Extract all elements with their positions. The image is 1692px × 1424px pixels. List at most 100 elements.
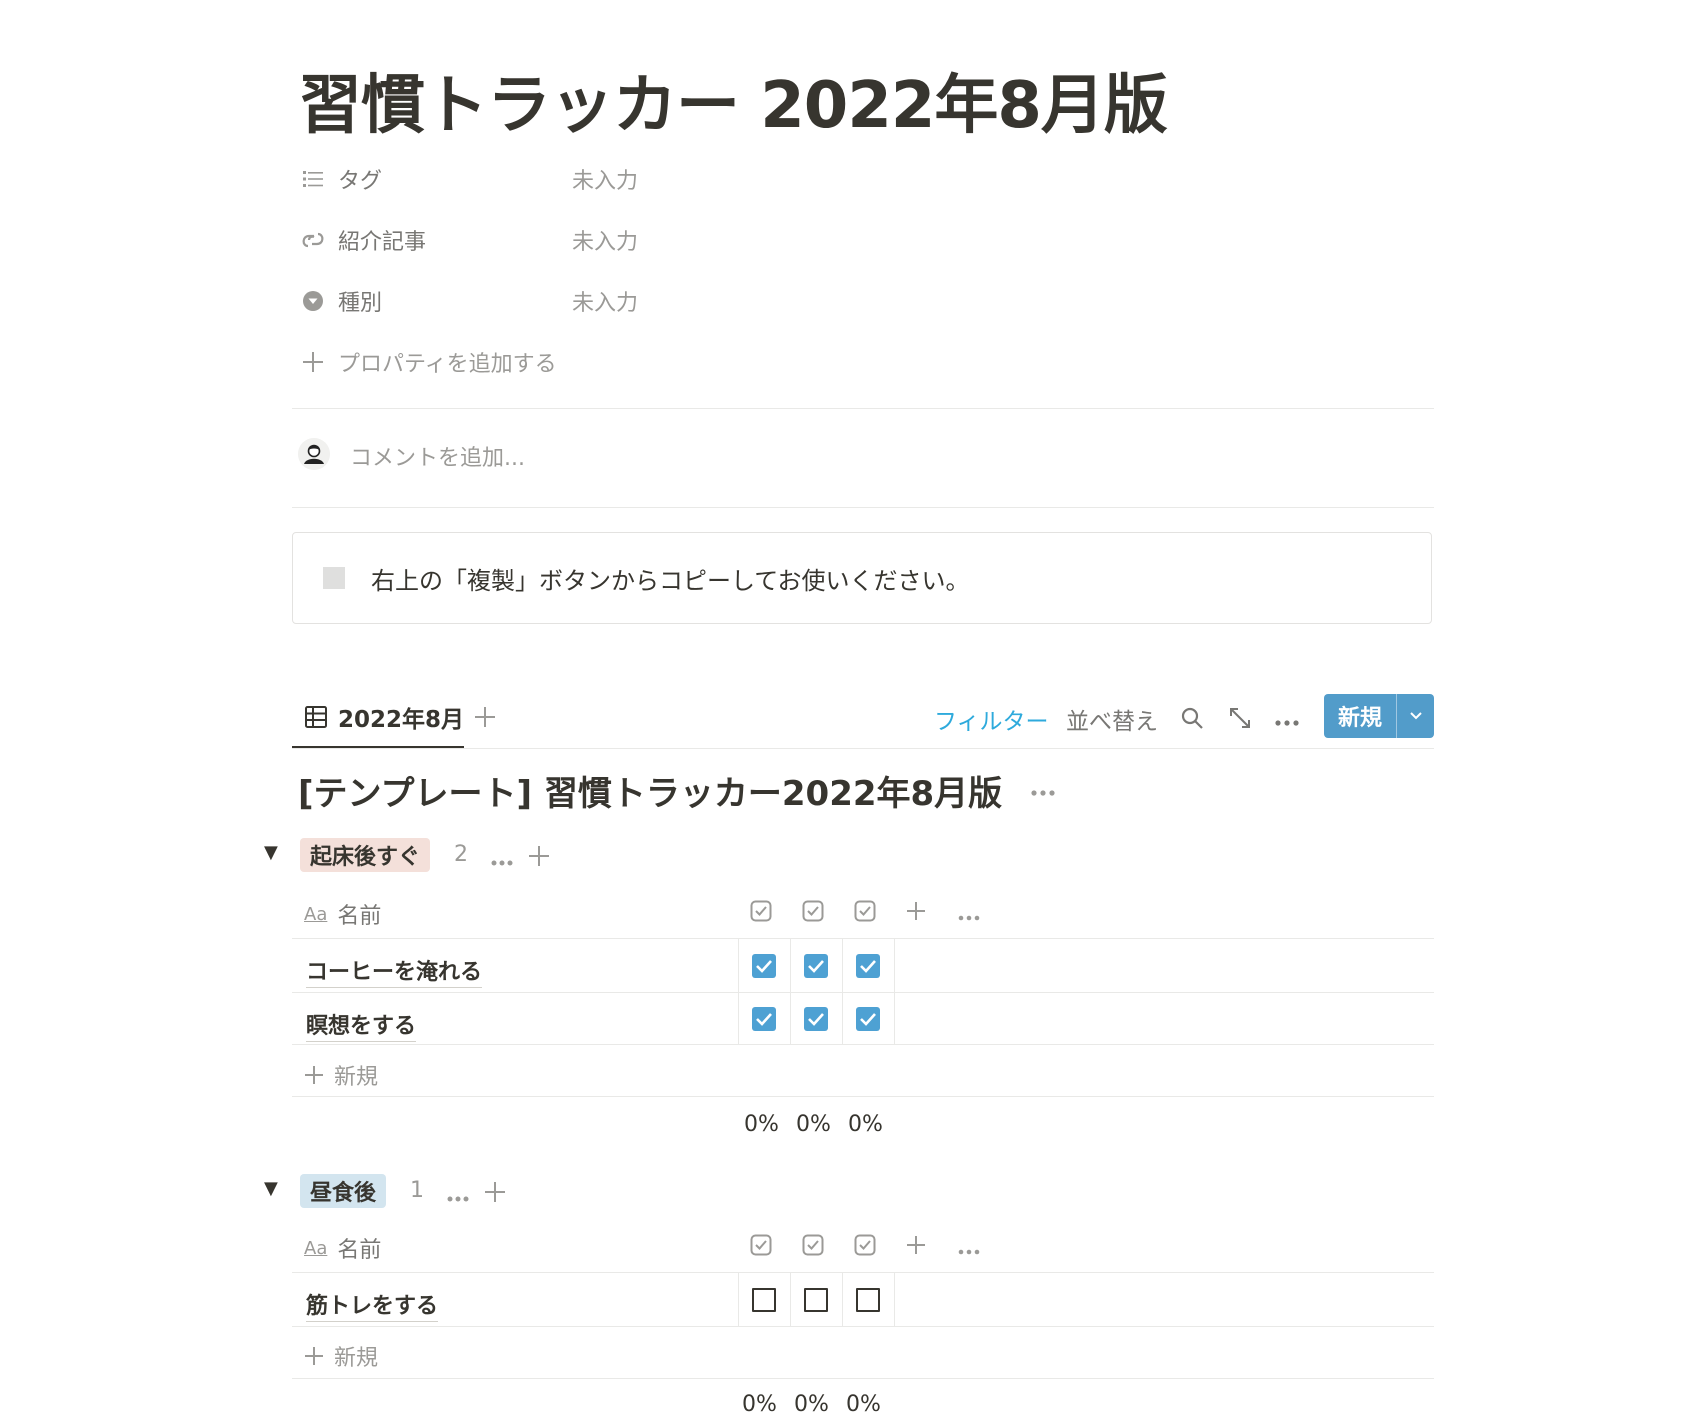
calculation-value[interactable]: 0%: [846, 1392, 881, 1417]
checkbox-checked[interactable]: [752, 1007, 776, 1031]
new-button-label[interactable]: 新規: [1324, 694, 1396, 738]
property-tags[interactable]: タグ 未入力: [298, 159, 1198, 199]
callout[interactable]: 右上の「複製」ボタンからコピーしてお使いください。: [292, 532, 1432, 624]
add-column-icon[interactable]: [906, 1235, 926, 1259]
new-button[interactable]: 新規: [1324, 694, 1434, 738]
tab-label: 2022年8月: [338, 707, 465, 733]
group-name: 昼食後: [310, 1181, 377, 1206]
row-border: [292, 1044, 1434, 1045]
calculation-value[interactable]: 0%: [742, 1392, 777, 1417]
property-label: 紹介記事: [338, 230, 427, 255]
property-value[interactable]: 未入力: [572, 224, 638, 256]
property-type[interactable]: 種別 未入力: [298, 281, 1198, 321]
database-title[interactable]: [テンプレート] 習慣トラッカー2022年8月版: [298, 766, 1002, 815]
plus-icon[interactable]: [484, 1181, 506, 1207]
row-title[interactable]: コーヒーを淹れる: [306, 954, 483, 988]
row-title[interactable]: 瞑想をする: [306, 1008, 417, 1042]
chevron-down-icon[interactable]: [1397, 694, 1434, 738]
divider: [292, 507, 1434, 508]
new-row-button[interactable]: 新規: [304, 1340, 378, 1372]
checkbox-unchecked[interactable]: [856, 1288, 880, 1312]
row-title[interactable]: 筋トレをする: [306, 1288, 439, 1322]
add-column-icon[interactable]: [906, 901, 926, 925]
more-icon[interactable]: [446, 1188, 470, 1207]
calculation-value[interactable]: 0%: [848, 1112, 883, 1137]
checkbox-type-icon[interactable]: [854, 900, 876, 926]
row-border: [292, 1096, 1434, 1097]
column-border: [894, 938, 895, 1044]
more-icon[interactable]: [1274, 712, 1300, 731]
expand-icon[interactable]: [1228, 706, 1252, 734]
search-icon[interactable]: [1180, 706, 1204, 734]
plus-icon: [475, 707, 495, 727]
list-icon: [298, 164, 328, 194]
checkbox-unchecked[interactable]: [752, 1288, 776, 1312]
property-label: タグ: [338, 169, 383, 194]
column-border: [894, 1272, 895, 1326]
row-border: [292, 1378, 1434, 1379]
group-label[interactable]: 昼食後: [300, 1174, 387, 1208]
property-value[interactable]: 未入力: [572, 163, 638, 195]
checkbox-type-icon[interactable]: [750, 900, 772, 926]
checkbox-type-icon[interactable]: [802, 900, 824, 926]
property-article[interactable]: 紹介記事 未入力: [298, 220, 1198, 260]
calculation-value[interactable]: 0%: [794, 1392, 829, 1417]
property-value[interactable]: 未入力: [572, 285, 638, 317]
row-border: [292, 938, 1434, 939]
tab-2022-08[interactable]: 2022年8月: [304, 700, 464, 734]
text-type-icon: Aa: [304, 903, 328, 925]
new-row-button[interactable]: 新規: [304, 1059, 378, 1091]
checkbox-checked[interactable]: [752, 954, 776, 978]
plus-icon: [305, 1347, 323, 1365]
calculation-value[interactable]: 0%: [744, 1112, 779, 1137]
page-title[interactable]: 習慣トラッカー 2022年8月版: [298, 54, 1168, 146]
group-label[interactable]: 起床後すぐ: [300, 838, 431, 872]
relation-icon: [298, 225, 328, 255]
plus-icon[interactable]: [528, 845, 550, 871]
filter-button[interactable]: フィルター: [934, 702, 1049, 736]
checkbox-type-icon[interactable]: [802, 1234, 824, 1260]
row-border: [292, 992, 1434, 993]
check-icon: [808, 960, 824, 973]
column-border: [842, 1272, 843, 1326]
comment-input[interactable]: コメントを追加...: [350, 440, 525, 472]
add-property-label: プロパティを追加する: [338, 352, 557, 377]
checkbox-checked[interactable]: [804, 954, 828, 978]
plus-icon: [298, 347, 328, 377]
toggle-triangle-icon[interactable]: ▼: [264, 842, 278, 863]
column-header-name[interactable]: Aa 名前: [304, 898, 381, 930]
property-label: 種別: [338, 291, 383, 316]
plus-icon: [305, 1066, 323, 1084]
divider: [292, 408, 1434, 409]
add-property-button[interactable]: プロパティを追加する: [298, 342, 1198, 382]
column-header-name[interactable]: Aa 名前: [304, 1232, 381, 1264]
text-type-icon: Aa: [304, 1237, 328, 1259]
more-icon[interactable]: [958, 907, 980, 926]
more-icon[interactable]: [958, 1241, 980, 1260]
check-icon: [808, 1013, 824, 1026]
group-name: 起床後すぐ: [310, 845, 421, 870]
avatar: [298, 438, 330, 470]
column-header-label: 名前: [337, 1238, 382, 1263]
column-border: [790, 938, 791, 1044]
select-icon: [298, 286, 328, 316]
checkbox-checked[interactable]: [856, 1007, 880, 1031]
check-icon: [756, 960, 772, 973]
checkbox-checked[interactable]: [804, 1007, 828, 1031]
sort-button[interactable]: 並べ替え: [1066, 702, 1158, 736]
calculation-value[interactable]: 0%: [796, 1112, 831, 1137]
more-icon[interactable]: [490, 852, 514, 871]
check-icon: [860, 960, 876, 973]
callout-text: 右上の「複製」ボタンからコピーしてお使いください。: [371, 566, 970, 595]
toggle-triangle-icon[interactable]: ▼: [264, 1178, 278, 1199]
checkbox-checked[interactable]: [856, 954, 880, 978]
table-icon: [304, 705, 328, 729]
add-view-button[interactable]: [474, 706, 496, 732]
check-icon: [860, 1013, 876, 1026]
new-row-label: 新規: [334, 1346, 379, 1371]
more-icon[interactable]: [1030, 782, 1056, 801]
row-border: [292, 1326, 1434, 1327]
checkbox-type-icon[interactable]: [854, 1234, 876, 1260]
checkbox-unchecked[interactable]: [804, 1288, 828, 1312]
checkbox-type-icon[interactable]: [750, 1234, 772, 1260]
